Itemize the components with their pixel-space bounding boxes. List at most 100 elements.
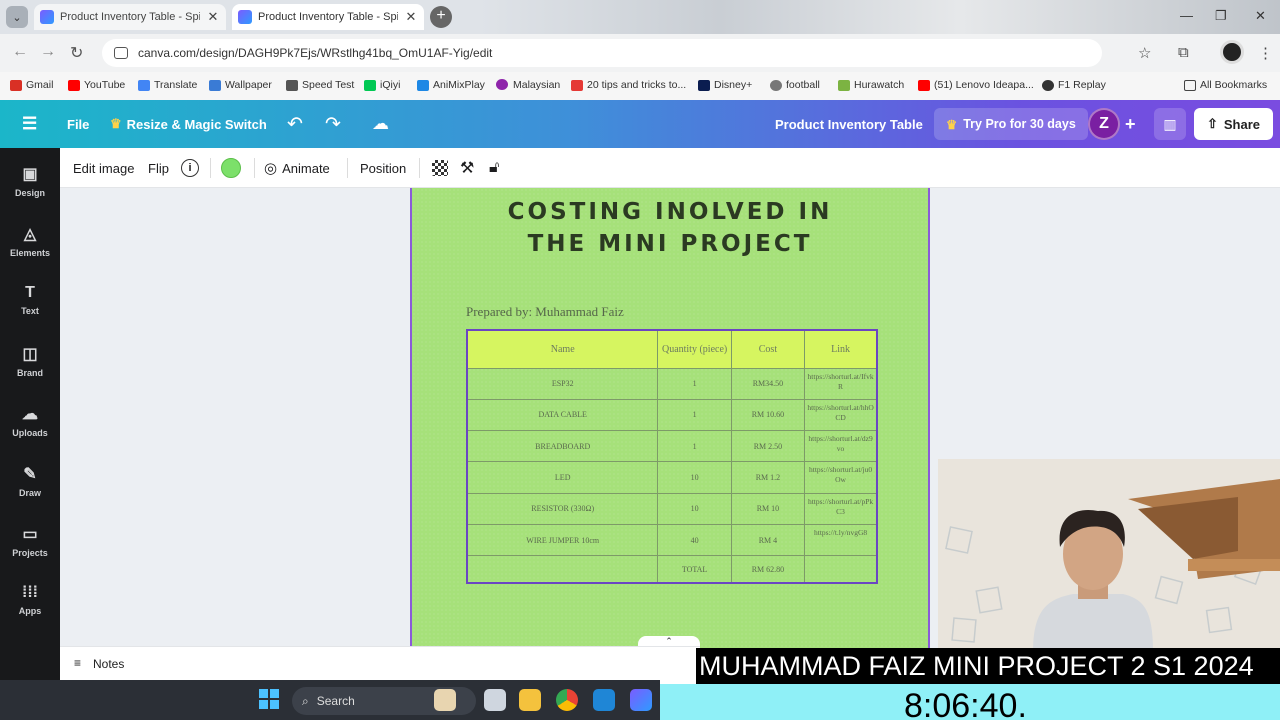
bookmark-label: Gmail bbox=[26, 79, 54, 91]
browser-menu-icon[interactable]: ⋮ bbox=[1258, 44, 1273, 62]
bookmark-wallpaper[interactable]: Wallpaper bbox=[209, 79, 272, 91]
undo-button[interactable]: ↶ bbox=[287, 100, 303, 148]
design-page[interactable]: COSTING INOLVED IN THE MINI PROJECT Prep… bbox=[410, 188, 930, 648]
cloud-save-icon[interactable]: ☁ bbox=[372, 100, 389, 148]
lock-icon[interactable]: 🔓︎ bbox=[489, 148, 499, 188]
bookmark-malaysian[interactable]: Malaysian bbox=[513, 79, 560, 91]
bookmark-nonton[interactable] bbox=[496, 79, 508, 90]
all-bookmarks[interactable]: All Bookmarks bbox=[1184, 79, 1267, 91]
animate-label: Animate bbox=[282, 160, 330, 176]
browser-tab-2[interactable]: Product Inventory Table - Spiral ✕ bbox=[232, 4, 424, 30]
try-pro-button[interactable]: ♛ Try Pro for 30 days bbox=[934, 108, 1088, 140]
task-view-icon[interactable] bbox=[484, 689, 506, 711]
info-button[interactable]: i bbox=[181, 148, 199, 188]
profile-avatar[interactable] bbox=[1220, 40, 1244, 64]
close-window-button[interactable]: ✕ bbox=[1255, 8, 1266, 24]
bookmark-translate[interactable]: Translate bbox=[138, 79, 197, 91]
new-tab-button[interactable]: + bbox=[430, 6, 452, 28]
bookmark-gmail[interactable]: Gmail bbox=[10, 79, 53, 91]
tab-close-icon[interactable]: ✕ bbox=[206, 9, 220, 25]
chrome-icon[interactable] bbox=[556, 689, 578, 711]
restore-button[interactable]: ❐ bbox=[1215, 8, 1227, 24]
menu-icon[interactable]: ☰ bbox=[22, 100, 37, 148]
design-title[interactable]: Product Inventory Table bbox=[775, 100, 923, 148]
table-row: LED 10 RM 1.2 https://shorturl.at/ju0Ow bbox=[466, 461, 878, 494]
site-info-icon[interactable] bbox=[114, 47, 128, 59]
bookmark-f1-replay[interactable]: F1 Replay bbox=[1042, 79, 1106, 91]
minimize-button[interactable]: — bbox=[1180, 8, 1193, 23]
back-icon[interactable]: ← bbox=[12, 43, 28, 61]
item-link: https://shorturl.at/pPkC3 bbox=[804, 492, 878, 525]
news-widget-icon[interactable] bbox=[434, 689, 456, 711]
user-avatar[interactable]: Z bbox=[1088, 108, 1120, 140]
item-link: https://shorturl.at/dz9vo bbox=[804, 430, 878, 463]
table-header-row: Name Quantity (piece) Cost Link bbox=[466, 329, 878, 369]
browser-tab-1[interactable]: Product Inventory Table - Spiral ✕ bbox=[34, 4, 226, 30]
bookmark-football[interactable]: football bbox=[770, 79, 820, 91]
bookmark-speed-test[interactable]: Speed Test bbox=[286, 79, 354, 91]
extensions-icon[interactable]: ⧉ bbox=[1178, 44, 1189, 61]
insights-icon[interactable]: ▥ bbox=[1154, 108, 1186, 140]
item-name: BREADBOARD bbox=[466, 430, 659, 463]
paint-roller-icon[interactable]: ⚒ bbox=[460, 148, 474, 188]
sidebar-item-draw[interactable]: ✎ Draw bbox=[0, 464, 60, 498]
file-explorer-icon[interactable] bbox=[519, 689, 541, 711]
bookmark-star-icon[interactable]: ☆ bbox=[1138, 44, 1151, 62]
canva-app-icon[interactable] bbox=[630, 689, 652, 711]
resize-magic-switch-button[interactable]: ♛ Resize & Magic Switch bbox=[110, 100, 267, 148]
prepared-by-text[interactable]: Prepared by: Muhammad Faiz bbox=[466, 304, 624, 320]
sidebar-item-elements[interactable]: ◬ Elements bbox=[0, 224, 60, 258]
redo-button[interactable]: ↷ bbox=[325, 100, 341, 148]
sidebar-item-text[interactable]: T Text bbox=[0, 284, 60, 316]
item-name: LED bbox=[466, 461, 659, 494]
item-cost: RM34.50 bbox=[730, 367, 806, 400]
title-line-2: THE MINI PROJECT bbox=[527, 231, 813, 257]
page-title[interactable]: COSTING INOLVED IN THE MINI PROJECT bbox=[412, 196, 928, 260]
bookmark-lenovo[interactable]: (51) Lenovo Ideapa... bbox=[918, 79, 1034, 91]
design-icon: ▣ bbox=[22, 166, 38, 183]
reload-icon[interactable]: ↻ bbox=[70, 43, 83, 63]
football-icon bbox=[770, 79, 782, 91]
notes-icon: ≡ bbox=[74, 656, 82, 670]
tab-close-icon[interactable]: ✕ bbox=[404, 9, 418, 25]
column-header: Cost bbox=[730, 329, 806, 369]
animate-button[interactable]: ◎ Animate bbox=[264, 148, 330, 188]
bookmark-iqiyi[interactable]: iQiyi bbox=[364, 79, 400, 91]
tab-title: Product Inventory Table - Spiral bbox=[60, 11, 200, 23]
sidebar-item-design[interactable]: ▣ Design bbox=[0, 164, 60, 198]
sidebar-item-brand[interactable]: ◫ Brand bbox=[0, 344, 60, 378]
transparency-button[interactable] bbox=[432, 148, 448, 188]
inventory-table[interactable]: Name Quantity (piece) Cost Link ESP32 1 … bbox=[466, 329, 878, 584]
url-bar[interactable]: canva.com/design/DAGH9Pk7Ejs/WRstlhg41bq… bbox=[102, 39, 1102, 67]
sidebar-item-uploads[interactable]: ☁ Uploads bbox=[0, 404, 60, 438]
tab-search-button[interactable]: ⌄ bbox=[6, 6, 28, 28]
windows-start-icon[interactable] bbox=[259, 689, 279, 709]
file-menu[interactable]: File bbox=[67, 100, 89, 148]
sidebar-label: Text bbox=[21, 306, 39, 316]
bookmark-hurawatch[interactable]: Hurawatch bbox=[838, 79, 904, 91]
bookmark-label: F1 Replay bbox=[1058, 79, 1106, 91]
sidebar-item-apps[interactable]: ⁞⁞⁞ Apps bbox=[0, 584, 60, 616]
url-text: canva.com/design/DAGH9Pk7Ejs/WRstlhg41bq… bbox=[138, 46, 493, 60]
share-button[interactable]: ⇧ Share bbox=[1194, 108, 1273, 140]
notes-bar[interactable]: ≡ Notes bbox=[60, 646, 700, 680]
canva-favicon-icon bbox=[40, 10, 54, 24]
sidebar-item-projects[interactable]: ▭ Projects bbox=[0, 524, 60, 558]
sidebar-label: Draw bbox=[18, 488, 41, 498]
sidebar-label: Uploads bbox=[12, 428, 48, 438]
mail-icon[interactable] bbox=[593, 689, 615, 711]
bookmark-animixplay[interactable]: AniMixPlay bbox=[417, 79, 485, 91]
forward-icon[interactable]: → bbox=[40, 43, 56, 61]
flip-button[interactable]: Flip bbox=[148, 148, 169, 188]
bookmark-disney[interactable]: Disney+ bbox=[698, 79, 752, 91]
color-swatch-button[interactable] bbox=[221, 148, 241, 188]
bookmarks-bar: Gmail YouTube Translate Wallpaper Speed … bbox=[0, 72, 1280, 100]
bookmark-label: Translate bbox=[154, 79, 198, 91]
bookmark-youtube[interactable]: YouTube bbox=[68, 79, 125, 91]
total-empty-cell bbox=[466, 555, 659, 584]
bookmark-tips[interactable]: 20 tips and tricks to... bbox=[571, 79, 686, 91]
add-collaborator-button[interactable]: + bbox=[1125, 100, 1136, 148]
edit-image-button[interactable]: Edit image bbox=[73, 148, 134, 188]
position-button[interactable]: Position bbox=[360, 148, 406, 188]
speed-test-icon bbox=[286, 79, 298, 91]
